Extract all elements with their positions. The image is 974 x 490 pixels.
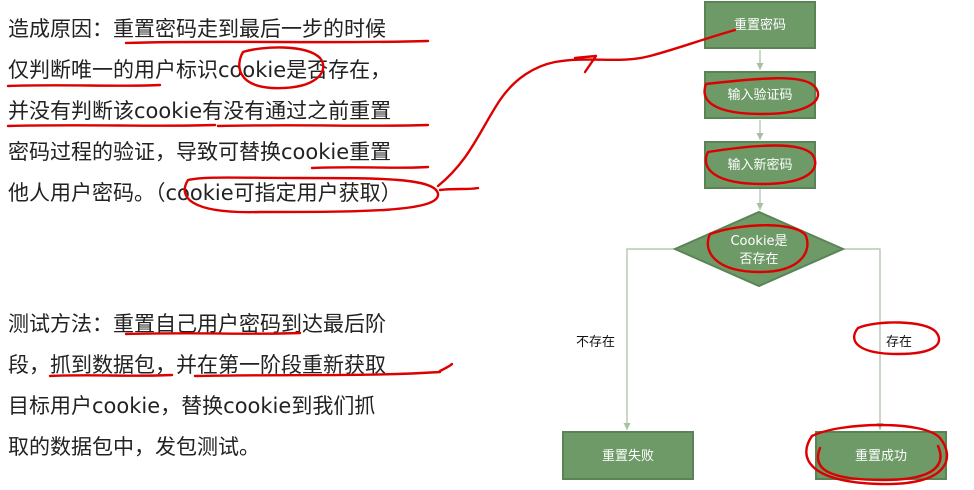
underline-cause-3b	[216, 123, 430, 128]
underline-method-tick	[438, 362, 454, 373]
connector-no	[623, 248, 675, 430]
result-reset-failed-label: 重置失败	[602, 448, 654, 464]
underline-cause-3a	[6, 123, 217, 128]
underline-cause-1	[124, 39, 430, 45]
result-reset-success-label: 重置成功	[855, 448, 907, 464]
circle-cookie-fetch	[183, 176, 440, 214]
underline-cause-2a	[6, 83, 162, 88]
result-reset-success: 重置成功	[815, 431, 947, 480]
result-reset-failed: 重置失败	[562, 431, 694, 480]
underline-method-2b	[193, 370, 442, 378]
arrow-to-reset	[436, 28, 737, 188]
decision-label-1: Cookie是	[730, 234, 787, 249]
step-enter-captcha-label: 输入验证码	[727, 87, 792, 103]
arrow-tail	[438, 186, 480, 192]
decision-label-2: 否存在	[739, 252, 778, 267]
circle-cookie	[238, 46, 325, 90]
branch-label-no: 不存在	[576, 335, 615, 350]
underline-method-1	[124, 331, 302, 336]
step-reset-password: 重置密码	[704, 1, 816, 49]
underline-cause-4	[310, 165, 430, 170]
step-reset-password-label: 重置密码	[734, 17, 786, 33]
arrow-tip	[573, 54, 598, 74]
step-enter-new-password-label: 输入新密码	[727, 157, 792, 173]
branch-label-yes: 存在	[886, 335, 912, 350]
flowchart-diagram: 重置密码 输入验证码 输入新密码 Cookie是 否存在 重置失败 重置成功 不…	[6, 1, 949, 486]
underline-method-2a	[48, 373, 174, 378]
connector-yes	[843, 248, 884, 430]
decision-cookie-exists: Cookie是 否存在	[672, 210, 846, 288]
